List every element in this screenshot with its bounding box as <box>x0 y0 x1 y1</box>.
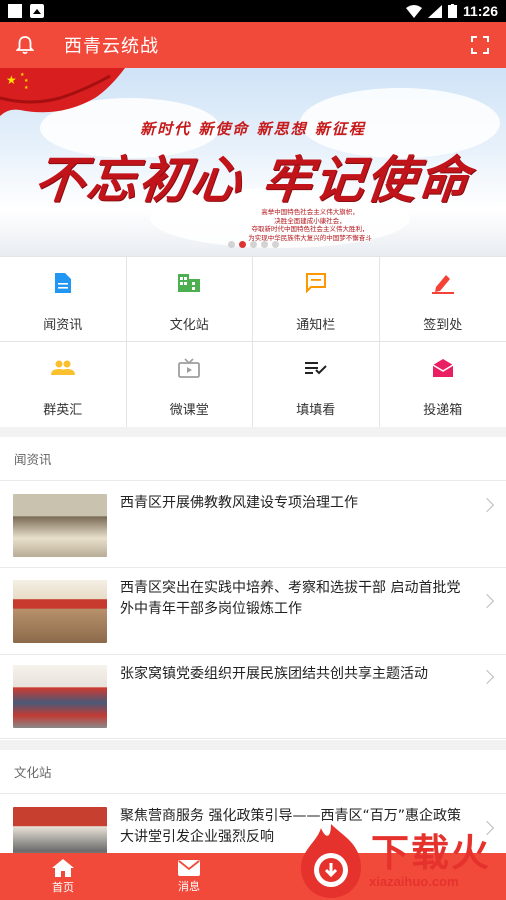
banner-subtitle: 新时代 新使命 新思想 新征程 <box>140 120 366 138</box>
fullscreen-button[interactable] <box>454 22 506 68</box>
grid-item-news[interactable]: 闻资讯 <box>0 257 127 342</box>
document-icon <box>49 269 77 297</box>
grid-item-culture[interactable]: 文化站 <box>126 257 253 342</box>
banner-slogan: 不忘初心 牢记使命 <box>31 150 474 209</box>
tab-messages[interactable]: 消息 <box>126 853 252 900</box>
news-thumbnail <box>13 665 107 728</box>
news-title: 西青区开展佛教教风建设专项治理工作 <box>120 495 358 511</box>
signal-icon <box>427 4 442 18</box>
notification-bell-button[interactable] <box>0 22 50 68</box>
grid-item-microclass[interactable]: 微课堂 <box>126 342 253 428</box>
building-icon <box>175 269 203 297</box>
grid-item-notice[interactable]: 通知栏 <box>253 257 380 342</box>
bell-icon <box>16 36 34 55</box>
wifi-icon <box>405 4 422 18</box>
svg-text:★: ★ <box>6 73 17 87</box>
clock: 11:26 <box>462 3 498 19</box>
mailbox-icon <box>429 354 457 382</box>
list-item[interactable]: 西青区突出在实践中培养、考察和选拔干部 启动首批党外中青年干部多岗位锻炼工作 <box>0 568 506 655</box>
chevron-right-icon <box>479 593 495 609</box>
app-title: 西青云统战 <box>64 36 159 57</box>
image-notification-icon <box>30 4 44 18</box>
tab-home[interactable]: 首页 <box>0 853 126 900</box>
chevron-right-icon <box>479 669 495 685</box>
notification-icon <box>8 4 22 18</box>
carousel-dot[interactable] <box>260 241 268 248</box>
watermark-url: xiazaihuo.com <box>369 874 459 889</box>
list-item[interactable]: 西青区开展佛教教风建设专项治理工作 <box>0 482 506 568</box>
section-header-news: 闻资讯 <box>0 437 506 481</box>
message-icon <box>302 269 330 297</box>
fullscreen-icon <box>471 36 489 54</box>
svg-text:★: ★ <box>24 78 29 84</box>
tv-icon <box>175 354 203 382</box>
carousel-dot[interactable] <box>271 241 279 248</box>
grid-item-mailbox[interactable]: 投递箱 <box>379 342 506 428</box>
chevron-right-icon <box>479 497 495 513</box>
watermark-brand: 下载火 <box>371 831 492 875</box>
svg-text:★: ★ <box>24 85 29 91</box>
carousel-indicator <box>0 241 506 248</box>
home-icon <box>52 858 74 877</box>
grid-item-elite[interactable]: 群英汇 <box>0 342 127 428</box>
list-item[interactable]: 张家窝镇党委组织开展民族团结共创共享主题活动 <box>0 655 506 739</box>
watermark-logo: 下载火 xiazaihuo.com <box>291 820 506 900</box>
pen-icon <box>429 269 457 297</box>
flame-logo-icon <box>301 824 361 898</box>
news-title: 张家窝镇党委组织开展民族团结共创共享主题活动 <box>120 666 428 682</box>
section-divider <box>0 740 506 750</box>
grid-item-checkin[interactable]: 签到处 <box>379 257 506 342</box>
news-title: 西青区突出在实践中培养、考察和选拔干部 启动首批党外中青年干部多岗位锻炼工作 <box>120 580 461 617</box>
battery-icon <box>447 4 457 18</box>
people-icon <box>49 354 77 382</box>
banner-carousel[interactable]: ★ ★ ★ ★ 新时代 新使命 新思想 新征程 不忘初心 牢记使命 高举中国特色… <box>0 68 506 256</box>
banner-small-text: 高举中国特色社会主义伟大旗帜， 决胜全面建成小康社会， 夺取新时代中国特色社会主… <box>248 208 372 242</box>
section-divider <box>0 427 506 437</box>
news-thumbnail <box>13 580 107 643</box>
checklist-icon <box>302 354 330 382</box>
mail-icon <box>178 859 200 876</box>
carousel-dot[interactable] <box>227 241 235 248</box>
function-grid: 闻资讯 文化站 通知栏 签到处 群英汇 微课堂 填填看 投递箱 <box>0 256 506 428</box>
news-thumbnail <box>13 494 107 557</box>
carousel-dot-active[interactable] <box>238 241 246 248</box>
app-bar: 西青云统战 <box>0 22 506 68</box>
section-header-culture: 文化站 <box>0 750 506 794</box>
status-bar: 11:26 <box>0 0 506 22</box>
carousel-dot[interactable] <box>249 241 257 248</box>
grid-item-fill[interactable]: 填填看 <box>253 342 380 428</box>
